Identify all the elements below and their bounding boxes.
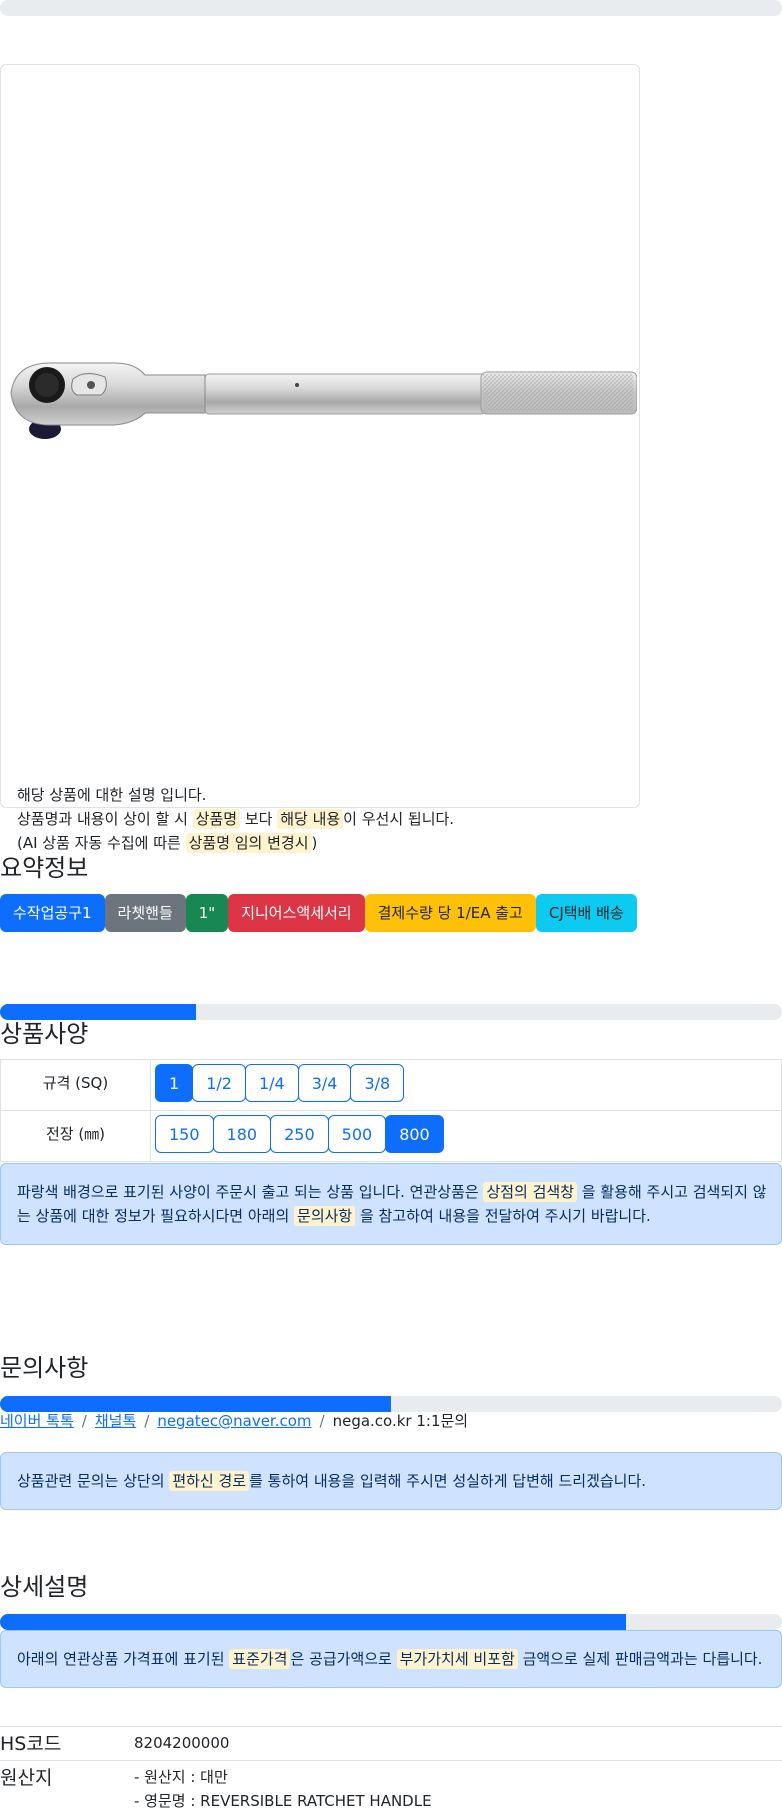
option-length-500[interactable]: 500 xyxy=(327,1115,387,1153)
spec-progress-fill xyxy=(0,1004,196,1020)
origin-value: - 원산지 : 대만 - 영문명 : REVERSIBLE RATCHET HA… xyxy=(134,1765,432,1808)
option-sq-3-8[interactable]: 3/8 xyxy=(350,1064,405,1102)
naver-talk-link[interactable]: 네이버 톡톡 xyxy=(0,1412,74,1430)
spec-progress xyxy=(0,1004,782,1020)
detail-notice: 아래의 연관상품 가격표에 표기된 표준가격 은 공급가액으로 부가가치세 비포함… xyxy=(0,1630,782,1688)
option-length-250[interactable]: 250 xyxy=(270,1115,329,1153)
spec-table: 규격 (SQ) 1 1/2 1/4 3/4 3/8 전장 (㎜) 150 180 250 50… xyxy=(0,1059,782,1162)
spec-notice: 파랑색 배경으로 표기된 사양이 주문시 출고 되는 상품 입니다. 연관상품은… xyxy=(0,1163,782,1245)
highlight-content: 해당 내용 xyxy=(277,809,344,829)
notice-text: 금액으로 실제 판매금액과는 다릅니다. xyxy=(517,1650,763,1668)
desc-text: ) xyxy=(311,834,318,852)
inquiry-notice: 상품관련 문의는 상단의 편하신 경로 를 통하여 내용을 입력해 주시면 성실하… xyxy=(0,1452,782,1510)
badge-type[interactable]: 라쳇핸들 xyxy=(104,894,186,932)
website-inquiry-text: nega.co.kr 1:1문의 xyxy=(332,1412,469,1430)
inquiry-links: 네이버 톡톡 / 채널톡 / negatec@naver.com / nega.co.kr … xyxy=(0,1410,468,1431)
highlight-vat-excluded: 부가가치세 비포함 xyxy=(396,1649,518,1669)
spec-options-sq: 1 1/2 1/4 3/4 3/8 xyxy=(150,1059,782,1111)
badge-quantity: 결제수량 당 1/EA 출고 xyxy=(364,894,536,932)
desc-text: (AI 상품 자동 수집에 따른 xyxy=(17,834,186,852)
notice-text: 상품관련 문의는 상단의 xyxy=(17,1472,170,1490)
desc-text: 보다 xyxy=(240,810,278,828)
separator: / xyxy=(144,1412,150,1430)
origin-country: - 원산지 : 대만 xyxy=(134,1768,228,1786)
badge-category[interactable]: 수작업공구1 xyxy=(0,894,105,932)
notice-text: 을 활용해 주시고 검색되지 않 xyxy=(577,1183,767,1201)
notice-text: 아래의 연관상품 가격표에 표기된 xyxy=(17,1650,230,1668)
spec-label-sq: 규격 (SQ) xyxy=(0,1059,151,1111)
hs-code-label: HS코드 xyxy=(0,1733,62,1755)
notice-text: 를 통하여 내용을 입력해 주시면 성실하게 답변해 드리겠습니다. xyxy=(249,1472,647,1490)
origin-row: 원산지 - 원산지 : 대만 - 영문명 : REVERSIBLE RATCHE… xyxy=(0,1760,782,1808)
spec-row-sq: 규격 (SQ) 1 1/2 1/4 3/4 3/8 xyxy=(0,1059,782,1111)
product-description: 해당 상품에 대한 설명 입니다. 상품명과 내용이 상이 할 시 상품명 보다… xyxy=(17,783,454,855)
highlight-name-change: 상품명 임의 변경시 xyxy=(185,833,312,853)
option-sq-1[interactable]: 1 xyxy=(155,1064,194,1102)
notice-text: 는 상품에 대한 정보가 필요하시다면 아래의 xyxy=(17,1207,295,1225)
option-sq-1-4[interactable]: 1/4 xyxy=(244,1064,299,1102)
separator: / xyxy=(319,1412,325,1430)
product-card: 해당 상품에 대한 설명 입니다. 상품명과 내용이 상이 할 시 상품명 보다… xyxy=(0,64,640,853)
desc-line-1: 해당 상품에 대한 설명 입니다. xyxy=(17,786,207,804)
inquiry-title: 문의사항 xyxy=(0,1354,89,1382)
option-length-150[interactable]: 150 xyxy=(155,1115,214,1153)
desc-text: 이 우선시 됩니다. xyxy=(343,810,455,828)
option-length-800[interactable]: 800 xyxy=(385,1115,444,1153)
notice-text: 은 공급가액으로 xyxy=(290,1650,397,1668)
detail-title: 상세설명 xyxy=(0,1573,89,1601)
summary-title: 요약정보 xyxy=(0,854,89,882)
desc-text: 상품명과 내용이 상이 할 시 xyxy=(17,810,193,828)
badge-shipping: CJ택배 배송 xyxy=(535,894,637,932)
badge-brand[interactable]: 지니어스액세서리 xyxy=(228,894,365,932)
origin-english-name: - 영문명 : REVERSIBLE RATCHET HANDLE xyxy=(134,1792,432,1808)
notice-text: 을 참고하여 내용을 전달하여 주시기 바랍니다. xyxy=(355,1207,651,1225)
spec-row-length: 전장 (㎜) 150 180 250 500 800 xyxy=(0,1110,782,1162)
separator: / xyxy=(81,1412,87,1430)
option-length-180[interactable]: 180 xyxy=(212,1115,272,1153)
option-sq-1-2[interactable]: 1/2 xyxy=(192,1064,246,1102)
detail-progress-fill xyxy=(0,1614,626,1630)
spec-title: 상품사양 xyxy=(0,1020,89,1048)
origin-label: 원산지 xyxy=(0,1767,53,1789)
badge-size[interactable]: 1" xyxy=(185,894,229,932)
ratchet-handle-image xyxy=(10,362,637,439)
detail-progress xyxy=(0,1614,782,1630)
notice-text: 파랑색 배경으로 표기된 사양이 주문시 출고 되는 상품 입니다. 연관상품은 xyxy=(17,1183,484,1201)
highlight-route: 편하신 경로 xyxy=(169,1471,250,1491)
hs-code-row: HS코드 8204200000 xyxy=(0,1726,782,1760)
highlight-inquiry: 문의사항 xyxy=(294,1206,356,1226)
highlight-standard-price: 표준가격 xyxy=(229,1649,291,1669)
summary-badges: 수작업공구1 라쳇핸들 1" 지니어스액세서리 결제수량 당 1/EA 출고 C… xyxy=(0,894,637,932)
hs-code-value: 8204200000 xyxy=(134,1734,230,1752)
spec-label-length: 전장 (㎜) xyxy=(0,1110,151,1162)
option-sq-3-4[interactable]: 3/4 xyxy=(297,1064,352,1102)
top-progress-bar xyxy=(0,0,782,16)
highlight-product-name: 상품명 xyxy=(192,809,241,829)
email-link[interactable]: negatec@naver.com xyxy=(157,1412,311,1430)
highlight-search: 상점의 검색창 xyxy=(483,1182,578,1202)
spec-options-length: 150 180 250 500 800 xyxy=(150,1110,782,1162)
channel-talk-link[interactable]: 채널톡 xyxy=(95,1412,136,1430)
